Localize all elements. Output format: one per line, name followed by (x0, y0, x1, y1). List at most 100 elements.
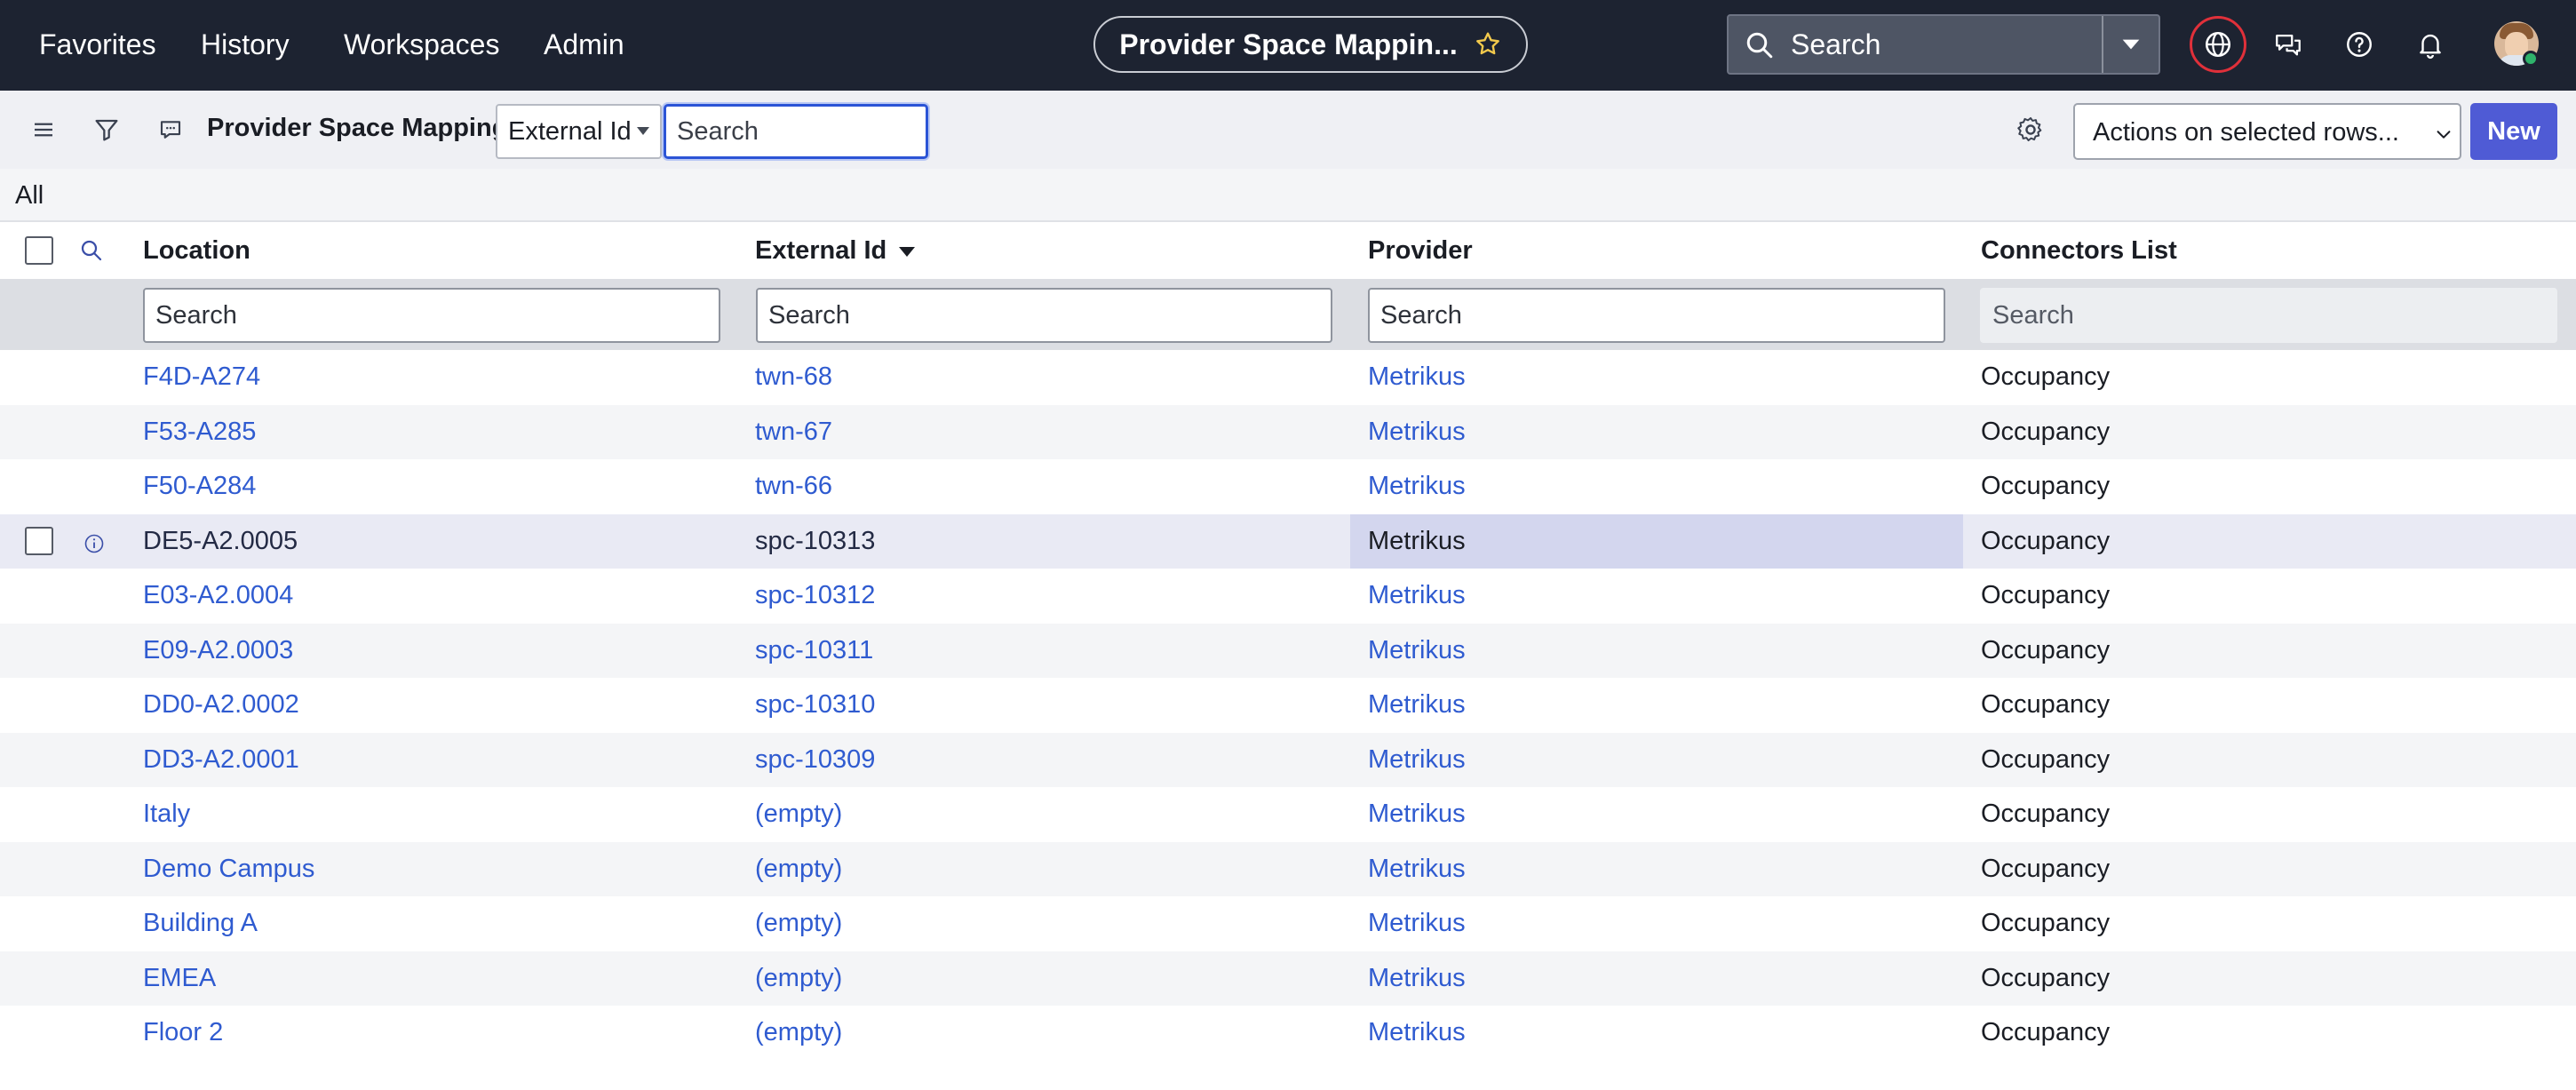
column-header-connectors-list[interactable]: Connectors List (1981, 236, 2177, 266)
actions-on-selected-rows-select[interactable]: Actions on selected rows... (2073, 103, 2461, 160)
globe-icon (2203, 29, 2233, 60)
comment-icon[interactable] (153, 112, 188, 147)
cell-provider[interactable]: Metrikus (1368, 745, 1466, 775)
cell-location[interactable]: DD0-A2.0002 (143, 690, 299, 720)
table-body: F4D-A274 twn-68 Metrikus Occupancy F53-A… (0, 350, 2576, 1061)
top-navigation-bar: Favorites History Workspaces Admin Provi… (0, 0, 2576, 91)
cell-external-id[interactable]: (empty) (755, 909, 842, 938)
cell-connectors: Occupancy (1981, 963, 2111, 992)
globe-button[interactable] (2190, 16, 2246, 73)
cell-location[interactable]: Building A (143, 909, 258, 938)
cell-provider[interactable]: Metrikus (1368, 855, 1466, 884)
table-row: E09-A2.0003 spc-10311 Metrikus Occupancy (0, 623, 2576, 678)
table-row: Demo Campus (empty) Metrikus Occupancy (0, 841, 2576, 896)
page-title-pill[interactable]: Provider Space Mappin... (1093, 16, 1528, 73)
cell-connectors: Occupancy (1981, 417, 2111, 446)
cell-location[interactable]: F4D-A274 (143, 362, 260, 392)
bell-icon[interactable] (2411, 25, 2450, 64)
cell-external-id[interactable]: (empty) (755, 964, 842, 993)
cell-external-id[interactable]: twn-67 (755, 418, 832, 447)
cell-provider[interactable]: Metrikus (1368, 909, 1466, 938)
search-scope-dropdown-icon[interactable] (2117, 30, 2145, 59)
cell-provider[interactable]: Metrikus (1368, 800, 1466, 829)
global-search-label: Search (1791, 28, 1881, 60)
cell-provider[interactable]: Metrikus (1368, 636, 1466, 665)
column-filter-row (0, 279, 2576, 350)
table-row: DD0-A2.0002 spc-10310 Metrikus Occupancy (0, 678, 2576, 733)
nav-favorites[interactable]: Favorites (39, 27, 156, 62)
cell-location[interactable]: F50-A284 (143, 472, 256, 501)
cell-provider[interactable]: Metrikus (1368, 472, 1466, 501)
cell-connectors: Occupancy (1981, 744, 2111, 774)
column-header-provider[interactable]: Provider (1368, 236, 1473, 266)
select-all-checkbox[interactable] (25, 236, 53, 265)
sort-descending-icon (899, 246, 916, 257)
star-icon[interactable] (1474, 30, 1502, 59)
cell-connectors: Occupancy (1981, 362, 2111, 391)
search-field-value: External Id (508, 117, 632, 146)
cell-provider[interactable]: Metrikus (1368, 690, 1466, 720)
cell-provider[interactable]: Metrikus (1368, 362, 1466, 392)
provider-filter-input[interactable] (1368, 288, 1945, 343)
cell-external-id[interactable]: twn-68 (755, 362, 832, 392)
page-title: Provider Space Mappin... (1119, 28, 1458, 60)
cell-external-id[interactable]: spc-10309 (755, 745, 875, 775)
cell-location[interactable]: Floor 2 (143, 1018, 223, 1047)
chat-icon[interactable] (2269, 25, 2308, 64)
cell-provider[interactable]: Metrikus (1368, 964, 1466, 993)
presence-status-badge (2523, 51, 2539, 67)
table-row: Floor 2 (empty) Metrikus Occupancy (0, 1006, 2576, 1061)
table-row-hovered: DE5-A2.0005 spc-10313 Metrikus Occupancy (0, 513, 2576, 569)
table-row: F4D-A274 twn-68 Metrikus Occupancy (0, 350, 2576, 405)
cell-location[interactable]: E09-A2.0003 (143, 636, 293, 665)
cell-external-id[interactable]: (empty) (755, 855, 842, 884)
filter-icon[interactable] (89, 112, 124, 147)
global-search[interactable]: Search (1727, 14, 2160, 75)
row-select-checkbox[interactable] (25, 526, 53, 555)
caret-down-icon (637, 127, 649, 135)
nav-history[interactable]: History (201, 27, 290, 62)
cell-location[interactable]: Italy (143, 800, 190, 829)
cell-location[interactable]: Demo Campus (143, 855, 314, 884)
actions-select-value: Actions on selected rows... (2093, 118, 2399, 147)
cell-external-id[interactable]: (empty) (755, 1018, 842, 1047)
list-settings-gear-icon[interactable] (2013, 112, 2048, 147)
column-header-row: Location External Id Provider Connectors… (0, 222, 2576, 279)
cell-external-id[interactable]: spc-10311 (755, 636, 873, 665)
cell-location[interactable]: E03-A2.0004 (143, 581, 293, 610)
cell-provider[interactable]: Metrikus (1368, 527, 1466, 556)
table-row: EMEA (empty) Metrikus Occupancy (0, 951, 2576, 1006)
cell-external-id[interactable]: spc-10310 (755, 690, 875, 720)
breadcrumb-bar: All (0, 169, 2576, 222)
column-header-external-id[interactable]: External Id (755, 236, 916, 266)
breadcrumb-all[interactable]: All (15, 181, 44, 211)
list-search-input[interactable] (664, 104, 928, 159)
column-header-location[interactable]: Location (143, 236, 250, 266)
hamburger-menu-icon[interactable] (26, 112, 61, 147)
table-row: F50-A284 twn-66 Metrikus Occupancy (0, 459, 2576, 514)
cell-external-id[interactable]: twn-66 (755, 472, 832, 501)
cell-provider[interactable]: Metrikus (1368, 581, 1466, 610)
cell-external-id[interactable]: spc-10313 (755, 527, 875, 556)
help-icon[interactable] (2340, 25, 2379, 64)
cell-connectors: Occupancy (1981, 690, 2111, 719)
cell-provider[interactable]: Metrikus (1368, 1018, 1466, 1047)
cell-location[interactable]: F53-A285 (143, 418, 256, 447)
location-filter-input[interactable] (143, 288, 720, 343)
cell-location[interactable]: DD3-A2.0001 (143, 745, 299, 775)
cell-location[interactable]: DE5-A2.0005 (143, 527, 298, 556)
search-icon (1744, 29, 1776, 61)
cell-connectors: Occupancy (1981, 1018, 2111, 1046)
cell-connectors: Occupancy (1981, 581, 2111, 609)
cell-external-id[interactable]: (empty) (755, 800, 842, 829)
column-search-icon[interactable] (78, 237, 105, 264)
cell-location[interactable]: EMEA (143, 964, 216, 993)
new-button[interactable]: New (2470, 103, 2557, 160)
search-field-select[interactable]: External Id (496, 104, 662, 159)
nav-admin[interactable]: Admin (544, 27, 624, 62)
cell-provider[interactable]: Metrikus (1368, 418, 1466, 447)
nav-workspaces[interactable]: Workspaces (344, 27, 499, 62)
info-icon[interactable] (83, 533, 105, 554)
external-id-filter-input[interactable] (756, 288, 1332, 343)
cell-external-id[interactable]: spc-10312 (755, 581, 875, 610)
